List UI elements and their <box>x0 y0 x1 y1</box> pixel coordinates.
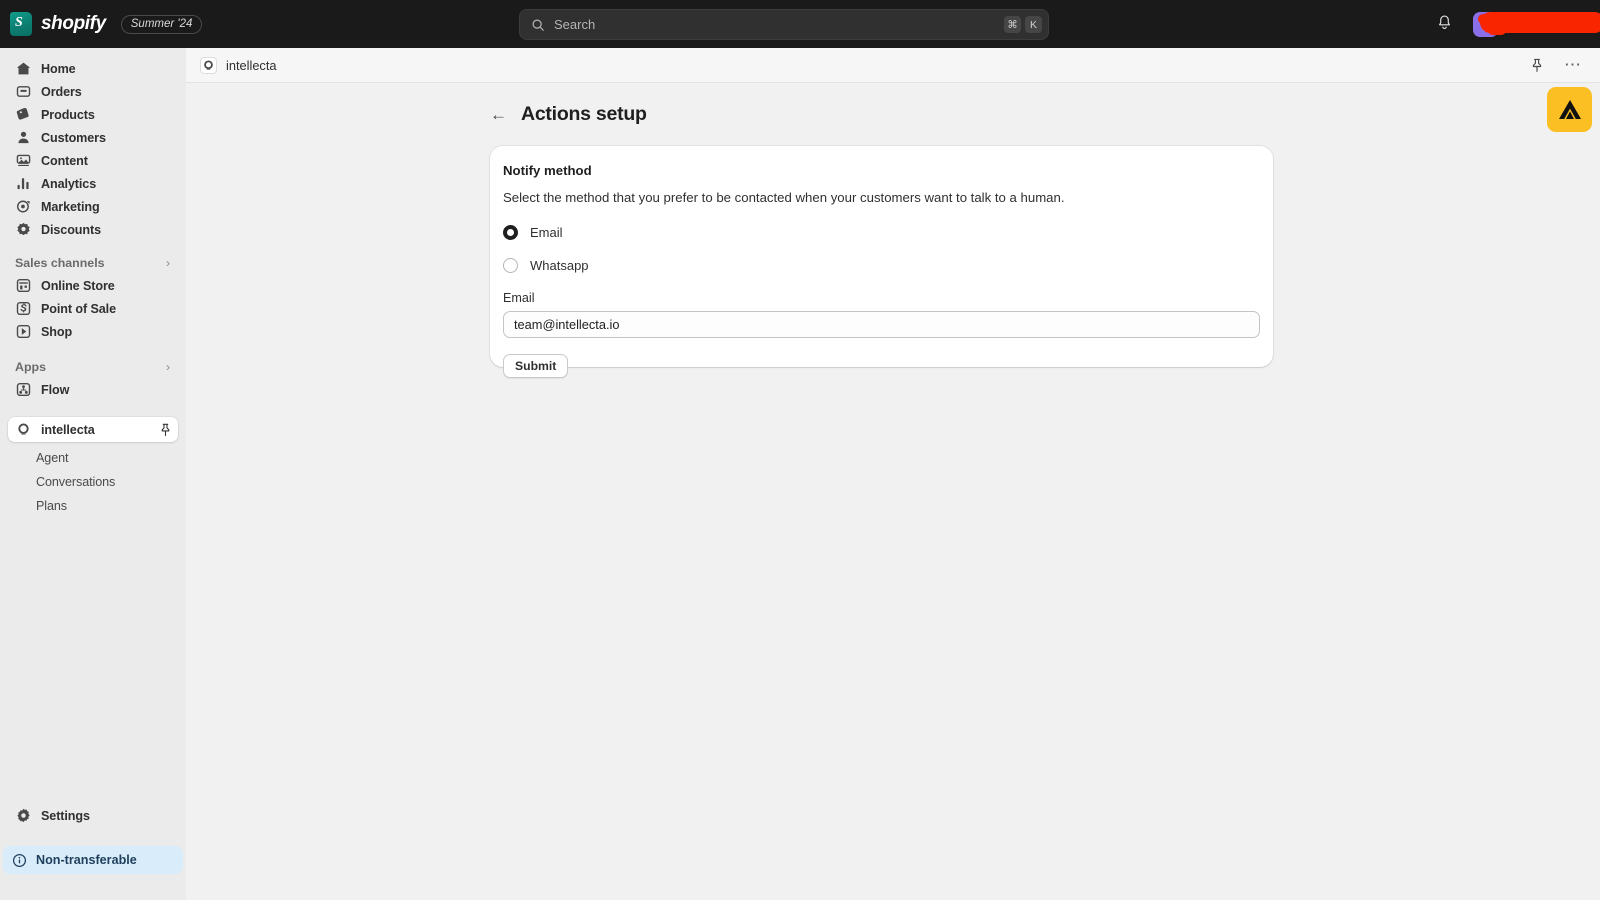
page-header: ← Actions setup <box>490 103 647 126</box>
main-content: intellecta ⋯ ← Actions setup Notify meth… <box>186 48 1600 900</box>
search-icon <box>531 18 545 32</box>
sidebar-item-label: Marketing <box>41 199 100 214</box>
sidebar-item-analytics[interactable]: Analytics <box>8 172 178 195</box>
intellecta-logo-icon <box>200 56 217 74</box>
sidebar-item-label: Flow <box>41 382 70 397</box>
orders-inbox-icon <box>15 84 31 100</box>
season-chip: Summer '24 <box>120 14 203 34</box>
storefront-icon <box>15 278 31 294</box>
pin-icon[interactable] <box>1530 58 1544 73</box>
sidebar-section-sales-channels[interactable]: Sales channels › <box>8 252 178 274</box>
arrow-left-icon[interactable]: ← <box>490 105 507 125</box>
shopify-brand[interactable]: shopify Summer '24 <box>0 12 203 36</box>
card-description: Select the method that you prefer to be … <box>503 190 1065 205</box>
sidebar-item-conversations[interactable]: Conversations <box>8 470 178 493</box>
sidebar-item-products[interactable]: Products <box>8 103 178 126</box>
radio-label: Whatsapp <box>530 258 589 273</box>
sidebar-item-label: Discounts <box>41 222 101 237</box>
email-field[interactable] <box>503 311 1260 338</box>
sidebar-item-flow[interactable]: Flow <box>8 378 178 401</box>
gear-icon <box>15 808 31 824</box>
sidebar-item-label: Content <box>41 153 88 168</box>
sidebar: Home Orders Products Customers Content A… <box>0 48 186 900</box>
sidebar-item-online-store[interactable]: Online Store <box>8 274 178 297</box>
sidebar-item-orders[interactable]: Orders <box>8 80 178 103</box>
flow-icon <box>15 382 31 398</box>
sidebar-item-label: intellecta <box>41 422 95 437</box>
customers-person-icon <box>15 130 31 146</box>
sidebar-item-label: Analytics <box>41 176 97 191</box>
breadcrumb-app[interactable]: intellecta <box>186 56 277 74</box>
breadcrumb: intellecta ⋯ <box>186 48 1600 83</box>
sidebar-item-intellecta[interactable]: intellecta <box>8 417 178 442</box>
status-badge-label: Non-transferable <box>36 853 137 867</box>
home-icon <box>15 61 31 77</box>
sidebar-item-settings[interactable]: Settings <box>8 804 178 827</box>
radio-option-whatsapp[interactable]: Whatsapp <box>503 258 1260 273</box>
sidebar-item-marketing[interactable]: Marketing <box>8 195 178 218</box>
notify-method-card: Notify method Select the method that you… <box>490 146 1273 378</box>
intellecta-logo-icon <box>15 422 31 438</box>
discounts-badge-icon <box>15 222 31 238</box>
top-bar: shopify Summer '24 Search ⌘ K <box>0 0 1600 48</box>
sidebar-item-plans[interactable]: Plans <box>8 494 178 517</box>
sidebar-section-apps[interactable]: Apps › <box>8 356 178 378</box>
radio-button[interactable] <box>503 258 518 273</box>
sidebar-item-label: Home <box>41 61 76 76</box>
email-field-label: Email <box>503 291 535 305</box>
search-input[interactable]: Search ⌘ K <box>519 9 1049 40</box>
sidebar-item-label: Conversations <box>36 474 116 489</box>
sidebar-item-label: Products <box>41 107 95 122</box>
shop-icon <box>15 324 31 340</box>
sidebar-item-label: Shop <box>41 324 73 339</box>
sidebar-item-discounts[interactable]: Discounts <box>8 218 178 241</box>
sidebar-item-point-of-sale[interactable]: Point of Sale <box>8 297 178 320</box>
shortcut-k-key: K <box>1025 16 1042 33</box>
analytics-bars-icon <box>15 176 31 192</box>
sidebar-item-label: Plans <box>36 498 68 513</box>
sidebar-item-shop[interactable]: Shop <box>8 320 178 343</box>
sidebar-item-agent[interactable]: Agent <box>8 446 178 469</box>
sidebar-item-customers[interactable]: Customers <box>8 126 178 149</box>
section-label: Apps <box>15 360 46 374</box>
radio-label: Email <box>530 225 563 240</box>
notification-bell-icon[interactable] <box>1436 14 1453 32</box>
sidebar-item-label: Agent <box>36 450 69 465</box>
more-horizontal-icon[interactable]: ⋯ <box>1564 56 1582 73</box>
pin-icon[interactable] <box>159 423 172 437</box>
sidebar-item-label: Online Store <box>41 278 115 293</box>
radio-option-email[interactable]: Email <box>503 225 1260 240</box>
products-tag-icon <box>15 107 31 123</box>
red-annotation-mark <box>1478 12 1600 35</box>
status-badge[interactable]: Non-transferable <box>3 846 183 874</box>
info-circle-icon <box>12 853 27 868</box>
search-placeholder: Search <box>554 17 596 32</box>
chevron-right-icon: › <box>166 256 170 270</box>
card-title: Notify method <box>503 163 592 178</box>
brand-name: shopify <box>41 13 106 34</box>
marketing-target-icon <box>15 199 31 215</box>
point-of-sale-icon <box>15 301 31 317</box>
breadcrumb-app-label: intellecta <box>226 57 277 73</box>
page-title: Actions setup <box>521 103 647 125</box>
sidebar-item-label: Orders <box>41 84 82 99</box>
mountain-triangle-icon[interactable] <box>1547 87 1592 132</box>
shopify-bag-icon <box>10 12 32 36</box>
submit-button[interactable]: Submit <box>503 354 569 378</box>
sidebar-item-home[interactable]: Home <box>8 57 178 80</box>
sidebar-item-label: Settings <box>41 808 90 823</box>
radio-button[interactable] <box>503 225 518 240</box>
sidebar-item-content[interactable]: Content <box>8 149 178 172</box>
sidebar-item-label: Point of Sale <box>41 301 116 316</box>
chevron-right-icon: › <box>166 360 170 374</box>
shortcut-cmd-key: ⌘ <box>1004 16 1021 33</box>
sidebar-item-label: Customers <box>41 130 106 145</box>
section-label: Sales channels <box>15 256 105 270</box>
content-media-icon <box>15 153 31 169</box>
